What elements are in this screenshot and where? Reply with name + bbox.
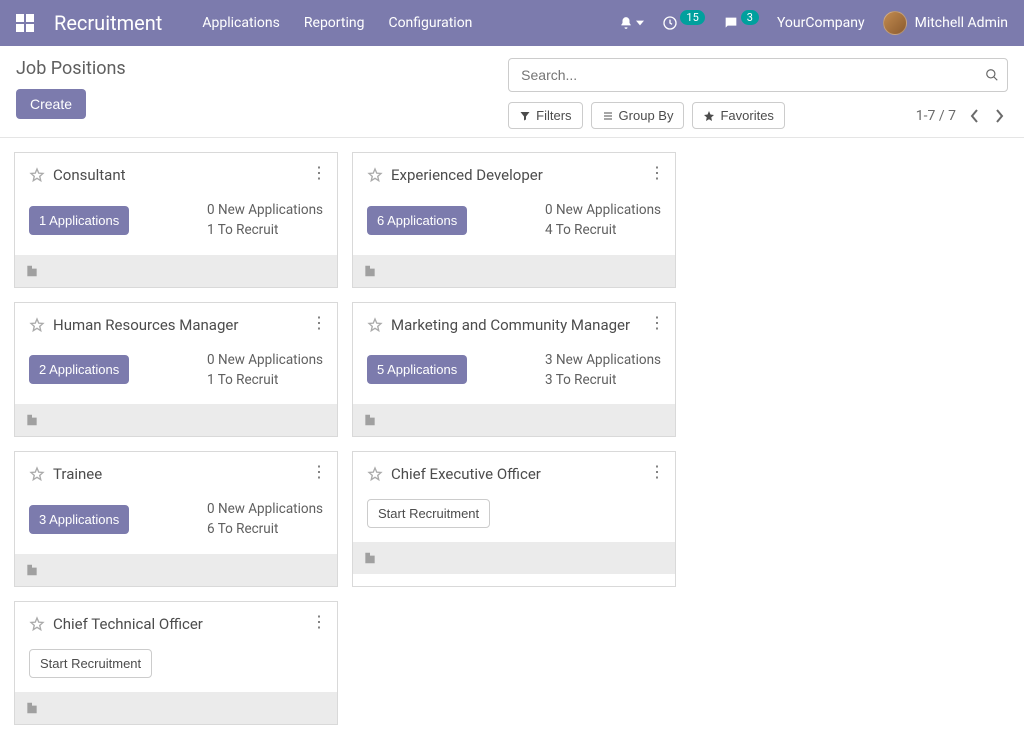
applications-button[interactable]: 3 Applications bbox=[29, 505, 129, 534]
search-input[interactable] bbox=[517, 63, 985, 87]
applications-button[interactable]: 1 Applications bbox=[29, 206, 129, 235]
search-icon[interactable] bbox=[985, 68, 999, 82]
card-menu[interactable]: ⋮ bbox=[311, 165, 327, 181]
stat-new-applications: 0 New Applications bbox=[207, 499, 323, 519]
job-card[interactable]: Chief Executive Officer ⋮ Start Recruitm… bbox=[352, 451, 676, 587]
card-menu[interactable]: ⋮ bbox=[649, 315, 665, 331]
pager-next[interactable] bbox=[990, 105, 1008, 127]
company-icon bbox=[363, 551, 377, 565]
favorites-label: Favorites bbox=[720, 108, 773, 123]
clock-icon bbox=[662, 15, 678, 31]
job-title: Human Resources Manager bbox=[53, 315, 238, 336]
favorites-button[interactable]: Favorites bbox=[692, 102, 784, 129]
stat-to-recruit: 3 To Recruit bbox=[545, 370, 661, 390]
stat-new-applications: 0 New Applications bbox=[207, 350, 323, 370]
avatar bbox=[883, 11, 907, 35]
job-title: Consultant bbox=[53, 165, 126, 186]
applications-button[interactable]: 6 Applications bbox=[367, 206, 467, 235]
discuss-menu[interactable]: 3 bbox=[723, 15, 759, 31]
company-icon bbox=[363, 413, 377, 427]
card-menu[interactable]: ⋮ bbox=[311, 315, 327, 331]
company-switcher[interactable]: YourCompany bbox=[777, 15, 865, 31]
company-icon bbox=[25, 413, 39, 427]
applications-button[interactable]: 5 Applications bbox=[367, 355, 467, 384]
stat-new-applications: 0 New Applications bbox=[545, 200, 661, 220]
job-title: Experienced Developer bbox=[391, 165, 543, 186]
job-card[interactable]: Human Resources Manager ⋮ 2 Applications… bbox=[14, 302, 338, 438]
job-card[interactable]: Experienced Developer ⋮ 6 Applications 0… bbox=[352, 152, 676, 288]
job-card[interactable]: Consultant ⋮ 1 Applications 0 New Applic… bbox=[14, 152, 338, 288]
favorite-star-icon[interactable] bbox=[29, 466, 45, 482]
activities-menu[interactable]: 15 bbox=[662, 15, 704, 31]
user-name: Mitchell Admin bbox=[915, 15, 1008, 31]
page-title: Job Positions bbox=[16, 58, 492, 79]
nav-configuration[interactable]: Configuration bbox=[388, 15, 472, 31]
job-title: Trainee bbox=[53, 464, 102, 485]
company-icon bbox=[25, 264, 39, 278]
bell-icon bbox=[619, 16, 633, 30]
chat-icon bbox=[723, 15, 739, 31]
caret-down-icon bbox=[636, 19, 644, 27]
card-menu[interactable]: ⋮ bbox=[311, 614, 327, 630]
company-icon bbox=[363, 264, 377, 278]
create-button[interactable]: Create bbox=[16, 89, 86, 119]
job-title: Chief Executive Officer bbox=[391, 464, 541, 485]
pager-prev[interactable] bbox=[966, 105, 984, 127]
job-card[interactable]: Marketing and Community Manager ⋮ 5 Appl… bbox=[352, 302, 676, 438]
search-box[interactable] bbox=[508, 58, 1008, 92]
groupby-label: Group By bbox=[619, 108, 674, 123]
start-recruitment-button[interactable]: Start Recruitment bbox=[29, 649, 152, 678]
discuss-badge: 3 bbox=[741, 10, 759, 25]
favorite-star-icon[interactable] bbox=[367, 317, 383, 333]
app-brand: Recruitment bbox=[54, 11, 162, 35]
job-card[interactable]: Chief Technical Officer ⋮ Start Recruitm… bbox=[14, 601, 338, 725]
filters-button[interactable]: Filters bbox=[508, 102, 582, 129]
card-menu[interactable]: ⋮ bbox=[649, 464, 665, 480]
stat-to-recruit: 1 To Recruit bbox=[207, 370, 323, 390]
stat-new-applications: 3 New Applications bbox=[545, 350, 661, 370]
chevron-left-icon bbox=[970, 109, 980, 123]
stat-to-recruit: 1 To Recruit bbox=[207, 220, 323, 240]
funnel-icon bbox=[519, 110, 531, 122]
stat-to-recruit: 4 To Recruit bbox=[545, 220, 661, 240]
job-title: Marketing and Community Manager bbox=[391, 315, 630, 336]
user-menu[interactable]: Mitchell Admin bbox=[883, 11, 1008, 35]
company-icon bbox=[25, 701, 39, 715]
start-recruitment-button[interactable]: Start Recruitment bbox=[367, 499, 490, 528]
chevron-right-icon bbox=[994, 109, 1004, 123]
card-menu[interactable]: ⋮ bbox=[649, 165, 665, 181]
nav-reporting[interactable]: Reporting bbox=[304, 15, 365, 31]
activities-badge: 15 bbox=[680, 10, 704, 25]
favorite-star-icon[interactable] bbox=[29, 317, 45, 333]
nav-applications[interactable]: Applications bbox=[202, 15, 280, 31]
job-title: Chief Technical Officer bbox=[53, 614, 203, 635]
apps-menu-icon[interactable] bbox=[16, 14, 34, 32]
favorite-star-icon[interactable] bbox=[367, 167, 383, 183]
stat-new-applications: 0 New Applications bbox=[207, 200, 323, 220]
star-icon bbox=[703, 110, 715, 122]
favorite-star-icon[interactable] bbox=[29, 167, 45, 183]
favorite-star-icon[interactable] bbox=[29, 616, 45, 632]
groupby-button[interactable]: Group By bbox=[591, 102, 685, 129]
favorite-star-icon[interactable] bbox=[367, 466, 383, 482]
job-card[interactable]: Trainee ⋮ 3 Applications 0 New Applicati… bbox=[14, 451, 338, 587]
list-icon bbox=[602, 110, 614, 122]
company-icon bbox=[25, 563, 39, 577]
filters-label: Filters bbox=[536, 108, 571, 123]
stat-to-recruit: 6 To Recruit bbox=[207, 519, 323, 539]
card-menu[interactable]: ⋮ bbox=[311, 464, 327, 480]
notifications-menu[interactable] bbox=[619, 16, 644, 30]
pager-text: 1-7 / 7 bbox=[916, 108, 956, 124]
applications-button[interactable]: 2 Applications bbox=[29, 355, 129, 384]
